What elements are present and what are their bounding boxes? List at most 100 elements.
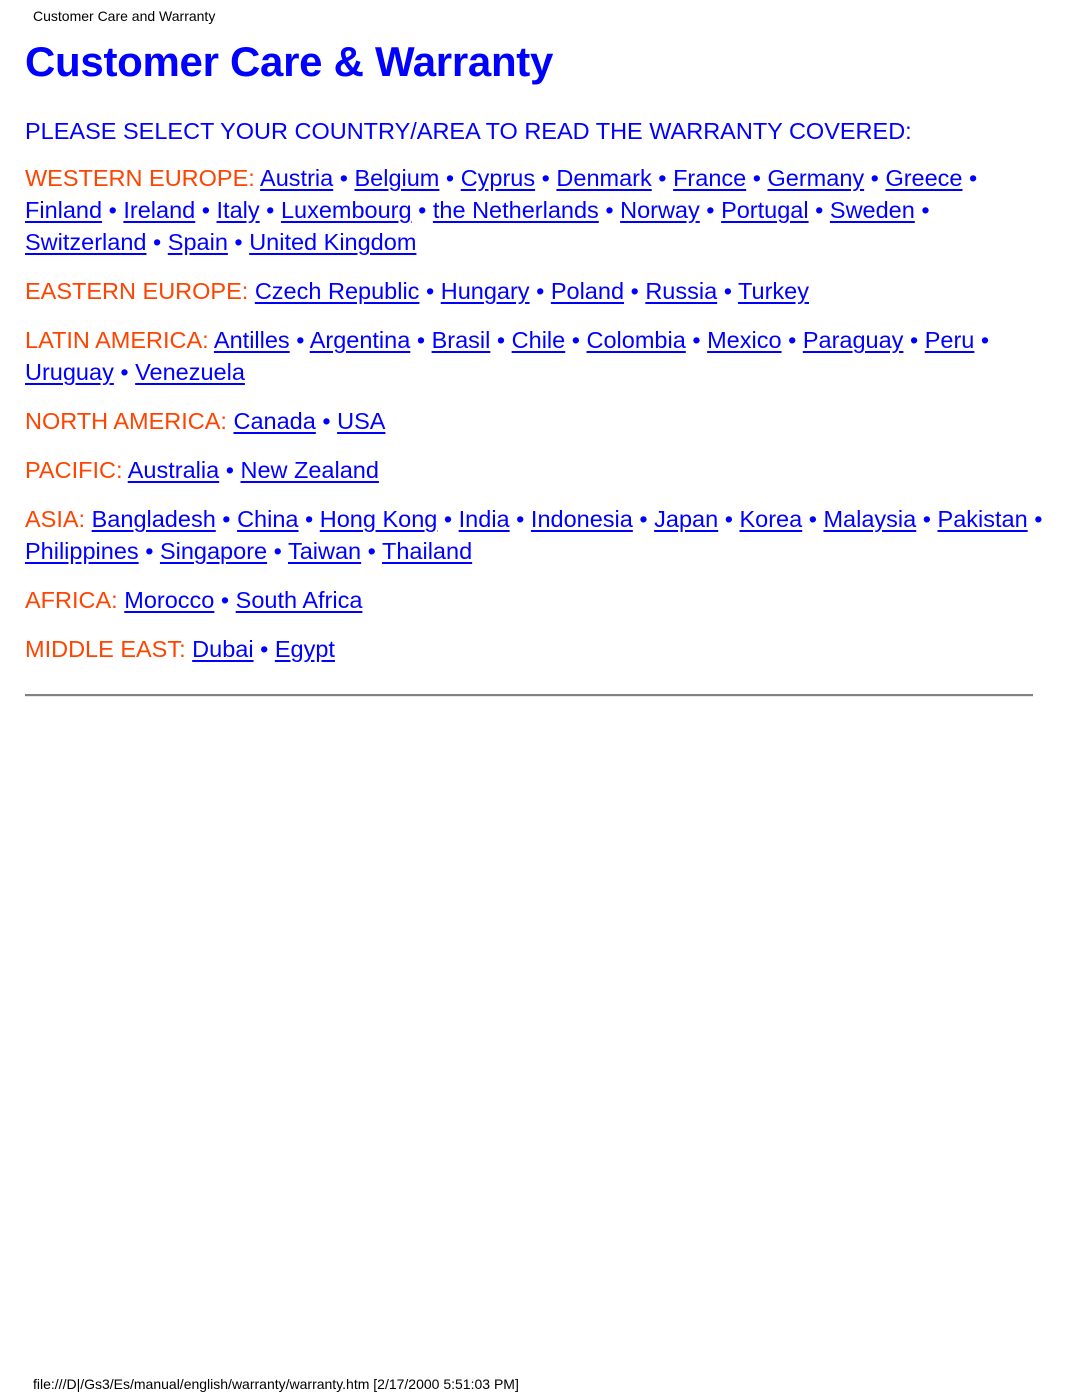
bullet-separator: • <box>222 506 231 532</box>
country-link-chile[interactable]: Chile <box>512 327 566 353</box>
country-link-portugal[interactable]: Portugal <box>721 197 809 223</box>
country-link-new-zealand[interactable]: New Zealand <box>240 457 378 483</box>
bullet-separator: • <box>788 327 797 353</box>
bullet-separator: • <box>201 197 210 223</box>
country-link-belgium[interactable]: Belgium <box>354 165 439 191</box>
country-link-philippines[interactable]: Philippines <box>25 538 139 564</box>
country-link-taiwan[interactable]: Taiwan <box>288 538 361 564</box>
country-link-morocco[interactable]: Morocco <box>124 587 214 613</box>
country-link-the-netherlands[interactable]: the Netherlands <box>433 197 599 223</box>
country-link-mexico[interactable]: Mexico <box>707 327 781 353</box>
country-link-dubai[interactable]: Dubai <box>192 636 253 662</box>
country-link-norway[interactable]: Norway <box>620 197 700 223</box>
bullet-separator: • <box>605 197 614 223</box>
bullet-separator: • <box>980 327 990 353</box>
country-link-uruguay[interactable]: Uruguay <box>25 359 114 385</box>
bullet-separator: • <box>723 278 732 304</box>
bullet-separator: • <box>220 587 230 613</box>
country-link-south-africa[interactable]: South Africa <box>236 587 363 613</box>
country-link-thailand[interactable]: Thailand <box>382 538 472 564</box>
page-title: Customer Care & Warranty <box>25 38 554 85</box>
bullet-separator: • <box>145 538 154 564</box>
country-link-france[interactable]: France <box>673 165 746 191</box>
country-link-poland[interactable]: Poland <box>551 278 624 304</box>
region-north-america: NORTH AMERICA: Canada • USA <box>25 405 1045 437</box>
bullet-separator: • <box>630 278 639 304</box>
country-link-italy[interactable]: Italy <box>217 197 260 223</box>
country-link-india[interactable]: India <box>459 506 510 532</box>
country-link-switzerland[interactable]: Switzerland <box>25 229 146 255</box>
bullet-separator: • <box>445 165 455 191</box>
country-link-pakistan[interactable]: Pakistan <box>938 506 1028 532</box>
bullet-separator: • <box>496 327 506 353</box>
bullet-separator: • <box>273 538 282 564</box>
bullet-separator: • <box>922 506 931 532</box>
country-link-japan[interactable]: Japan <box>654 506 718 532</box>
region-africa: AFRICA: Morocco • South Africa <box>25 584 1045 616</box>
region-middle-east: MIDDLE EAST: Dubai • Egypt <box>25 633 1045 665</box>
region-label: MIDDLE EAST: <box>25 636 186 662</box>
country-link-sweden[interactable]: Sweden <box>830 197 915 223</box>
country-link-venezuela[interactable]: Venezuela <box>135 359 245 385</box>
country-link-greece[interactable]: Greece <box>885 165 962 191</box>
country-link-turkey[interactable]: Turkey <box>738 278 809 304</box>
region-label: WESTERN EUROPE: <box>25 165 255 191</box>
bullet-separator: • <box>108 197 117 223</box>
country-link-germany[interactable]: Germany <box>768 165 865 191</box>
country-link-usa[interactable]: USA <box>337 408 385 434</box>
bullet-separator: • <box>1034 506 1043 532</box>
country-link-hungary[interactable]: Hungary <box>441 278 530 304</box>
country-link-australia[interactable]: Australia <box>128 457 219 483</box>
region-label: PACIFIC: <box>25 457 123 483</box>
bullet-separator: • <box>443 506 453 532</box>
country-link-egypt[interactable]: Egypt <box>275 636 335 662</box>
country-link-ireland[interactable]: Ireland <box>123 197 195 223</box>
region-label: AFRICA: <box>25 587 118 613</box>
bullet-separator: • <box>225 457 234 483</box>
bullet-separator: • <box>153 229 162 255</box>
country-link-brasil[interactable]: Brasil <box>432 327 491 353</box>
country-link-bangladesh[interactable]: Bangladesh <box>92 506 216 532</box>
country-link-china[interactable]: China <box>237 506 298 532</box>
country-link-korea[interactable]: Korea <box>739 506 802 532</box>
country-link-indonesia[interactable]: Indonesia <box>531 506 633 532</box>
bullet-separator: • <box>541 165 550 191</box>
page-header-label: Customer Care and Warranty <box>33 8 216 24</box>
country-link-antilles[interactable]: Antilles <box>214 327 290 353</box>
country-link-canada[interactable]: Canada <box>233 408 315 434</box>
bullet-separator: • <box>706 197 715 223</box>
region-label: ASIA: <box>25 506 86 532</box>
country-link-denmark[interactable]: Denmark <box>556 165 651 191</box>
country-link-paraguay[interactable]: Paraguay <box>803 327 904 353</box>
country-link-malaysia[interactable]: Malaysia <box>823 506 916 532</box>
region-latin-america: LATIN AMERICA: Antilles • Argentina • Br… <box>25 324 1045 388</box>
country-link-cyprus[interactable]: Cyprus <box>461 165 535 191</box>
country-link-czech-republic[interactable]: Czech Republic <box>255 278 420 304</box>
region-asia: ASIA: Bangladesh • China • Hong Kong • I… <box>25 503 1045 567</box>
country-link-austria[interactable]: Austria <box>260 165 333 191</box>
bullet-separator: • <box>416 327 426 353</box>
country-link-argentina[interactable]: Argentina <box>310 327 411 353</box>
region-eastern-europe: EASTERN EUROPE: Czech Republic • Hungary… <box>25 275 1045 307</box>
country-link-spain[interactable]: Spain <box>168 229 228 255</box>
bullet-separator: • <box>909 327 919 353</box>
country-link-singapore[interactable]: Singapore <box>160 538 267 564</box>
horizontal-divider <box>25 694 1033 697</box>
country-link-colombia[interactable]: Colombia <box>587 327 686 353</box>
bullet-separator: • <box>921 197 930 223</box>
footer-file-path: file:///D|/Gs3/Es/manual/english/warrant… <box>33 1376 519 1392</box>
country-link-hong-kong[interactable]: Hong Kong <box>320 506 438 532</box>
region-label: NORTH AMERICA: <box>25 408 227 434</box>
region-western-europe: WESTERN EUROPE: Austria • Belgium • Cypr… <box>25 162 1045 258</box>
bullet-separator: • <box>305 506 314 532</box>
country-link-russia[interactable]: Russia <box>645 278 717 304</box>
country-link-finland[interactable]: Finland <box>25 197 102 223</box>
bullet-separator: • <box>516 506 525 532</box>
bullet-separator: • <box>296 327 305 353</box>
bullet-separator: • <box>367 538 376 564</box>
bullet-separator: • <box>260 636 269 662</box>
bullet-separator: • <box>639 506 648 532</box>
country-link-united-kingdom[interactable]: United Kingdom <box>249 229 416 255</box>
country-link-peru[interactable]: Peru <box>925 327 975 353</box>
country-link-luxembourg[interactable]: Luxembourg <box>281 197 412 223</box>
